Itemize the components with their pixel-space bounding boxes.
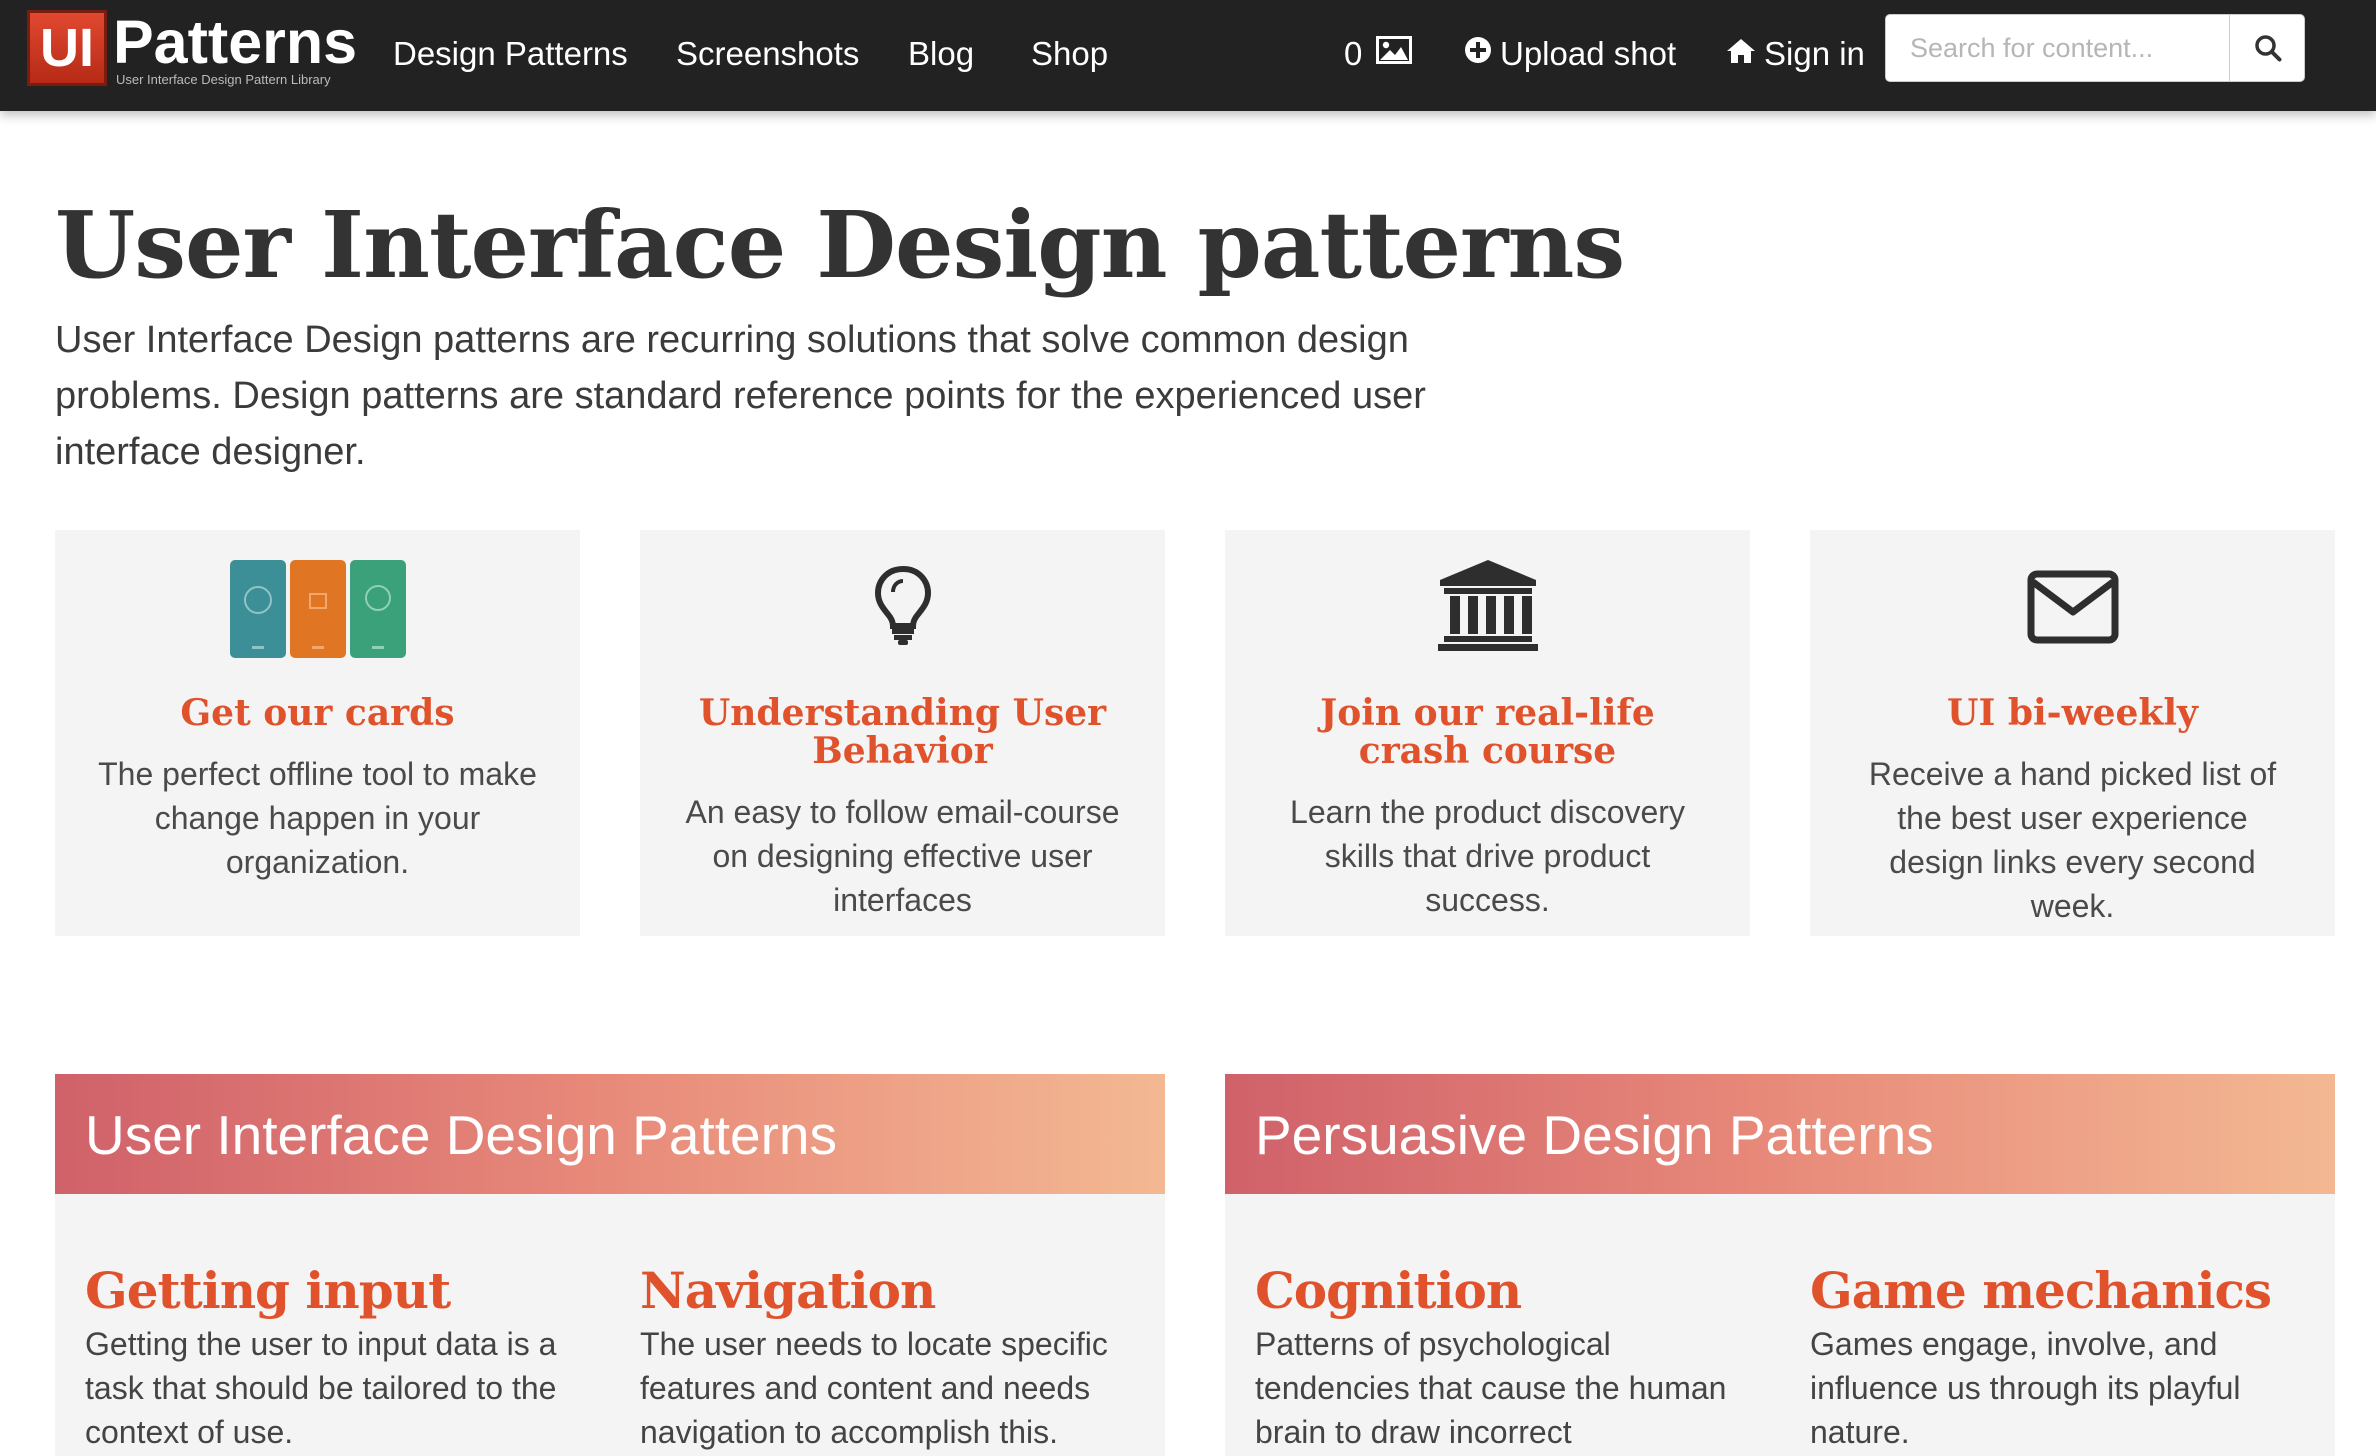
saved-shots-count: 0 (1344, 35, 1363, 72)
pattern-title: Game mechanics (1810, 1261, 2272, 1320)
logo-tagline: User Interface Design Pattern Library (116, 72, 331, 87)
pattern-description: Games engage, involve, and influence us … (1810, 1326, 2241, 1450)
card-description: Receive a hand picked list of the best u… (1868, 756, 2277, 924)
plus-circle-icon (1464, 33, 1492, 73)
search-button[interactable] (2229, 15, 2305, 81)
top-navbar: UI Patterns User Interface Design Patter… (0, 0, 2376, 111)
nav-design-patterns[interactable]: Design Patterns (393, 34, 628, 74)
pattern-description: Patterns of psychological tendencies tha… (1255, 1326, 1727, 1450)
saved-shots-link[interactable]: 0 (1344, 34, 1412, 76)
card-crash-course[interactable]: Join our real-life crash course Learn th… (1225, 530, 1750, 936)
institution-icon (1225, 558, 1750, 652)
pattern-cognition[interactable]: Cognition Patterns of psychological tend… (1255, 1260, 1745, 1456)
card-title: UI bi-weekly (1947, 692, 2198, 734)
section-ui-design-patterns: User Interface Design Patterns Getting i… (55, 1074, 1165, 1456)
upload-shot-link[interactable]: Upload shot (1464, 34, 1676, 76)
image-icon (1375, 33, 1412, 73)
search-icon (2254, 35, 2281, 62)
pattern-title: Getting input (85, 1261, 451, 1320)
card-description: The perfect offline tool to make change … (98, 756, 537, 880)
pattern-navigation[interactable]: Navigation The user needs to locate spec… (640, 1260, 1130, 1454)
section-title: User Interface Design Patterns (85, 1104, 838, 1166)
pattern-title: Cognition (1255, 1261, 1522, 1320)
nav-shop[interactable]: Shop (1031, 34, 1108, 74)
sign-in-link[interactable]: Sign in (1726, 34, 1865, 76)
nav-screenshots[interactable]: Screenshots (676, 34, 859, 74)
logo-wordmark: Patterns (113, 8, 358, 76)
home-icon (1726, 33, 1756, 73)
sign-in-label: Sign in (1764, 35, 1865, 72)
envelope-icon (1810, 570, 2335, 644)
pattern-description: The user needs to locate specific featur… (640, 1326, 1108, 1450)
page-title: User Interface Design patterns (55, 191, 1625, 299)
logo-ui-mark: UI (27, 10, 107, 86)
card-get-our-cards[interactable]: Get our cards The perfect offline tool t… (55, 530, 580, 936)
section-header[interactable]: Persuasive Design Patterns (1225, 1074, 2335, 1194)
cards-image (55, 558, 580, 660)
card-title: Get our cards (180, 692, 455, 734)
page-intro: User Interface Design patterns are recur… (55, 319, 1426, 473)
card-title: Understanding User Behavior (698, 692, 1107, 772)
card-understanding-user-behavior[interactable]: Understanding User Behavior An easy to f… (640, 530, 1165, 936)
card-description: Learn the product discovery skills that … (1290, 794, 1685, 918)
pattern-game-mechanics[interactable]: Game mechanics Games engage, involve, an… (1810, 1260, 2300, 1454)
pattern-getting-input[interactable]: Getting input Getting the user to input … (85, 1260, 575, 1454)
search-box (1885, 14, 2305, 82)
section-header[interactable]: User Interface Design Patterns (55, 1074, 1165, 1194)
nav-blog[interactable]: Blog (908, 34, 974, 74)
upload-shot-label: Upload shot (1500, 35, 1677, 72)
section-persuasive-design-patterns: Persuasive Design Patterns Cognition Pat… (1225, 1074, 2335, 1456)
section-title: Persuasive Design Patterns (1255, 1104, 1934, 1166)
lightbulb-icon (640, 564, 1165, 646)
card-ui-biweekly[interactable]: UI bi-weekly Receive a hand picked list … (1810, 530, 2335, 936)
card-description: An easy to follow email-course on design… (685, 794, 1120, 918)
pattern-title: Navigation (640, 1261, 936, 1320)
search-input[interactable] (1886, 15, 2229, 81)
pattern-description: Getting the user to input data is a task… (85, 1326, 557, 1450)
card-title: Join our real-life crash course (1320, 692, 1655, 772)
